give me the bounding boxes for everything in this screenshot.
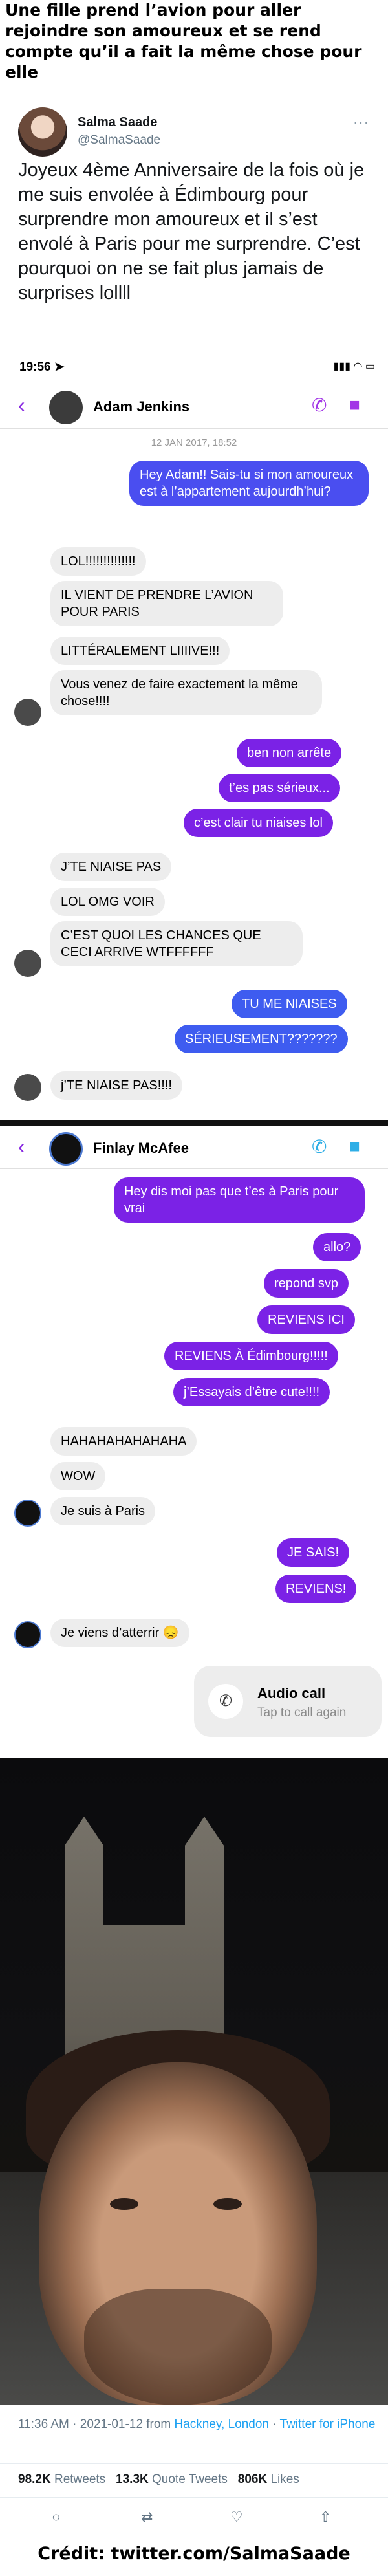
tweet-meta: 11:36 AM · 2021-01-12 from Hackney, Lond… xyxy=(18,2416,380,2434)
selfie-eye xyxy=(110,2198,138,2210)
message-bubble: J’TE NIAISE PAS xyxy=(50,853,172,881)
message-bubble: C’EST QUOI LES CHANCES QUE CECI ARRIVE W… xyxy=(50,921,303,966)
sender-avatar xyxy=(14,699,41,726)
contact-name[interactable]: Adam Jenkins xyxy=(93,398,189,415)
quote-tweets-stat[interactable]: 13.3K Quote Tweets xyxy=(116,2472,228,2486)
credit-line: Crédit: twitter.com/SalmaSaade xyxy=(38,2544,350,2564)
message-bubble: Hey Adam!! Sais-tu si mon amoureux est à… xyxy=(129,461,369,506)
sender-avatar xyxy=(14,950,41,977)
divider xyxy=(0,2497,388,2498)
contact-name[interactable]: Finlay McAfee xyxy=(93,1140,189,1157)
likes-stat[interactable]: 806K Likes xyxy=(238,2472,299,2486)
profile-avatar[interactable] xyxy=(18,107,67,157)
message-bubble: Je viens d’atterrir 😞 xyxy=(50,1619,189,1647)
tweet-text: Joyeux 4ème Anniversaire de la fois où j… xyxy=(18,160,365,303)
divider xyxy=(0,1168,388,1169)
sender-avatar xyxy=(14,1621,41,1648)
meta-separator: · xyxy=(268,2418,280,2431)
message-bubble: Je suis à Paris xyxy=(50,1497,156,1525)
contact-avatar[interactable] xyxy=(49,1132,83,1166)
call-again-link[interactable]: Tap to call again xyxy=(257,1706,346,1720)
chat-header-finlay: ‹ Finlay McAfee ✆ ■ xyxy=(0,1128,388,1167)
divider xyxy=(0,2463,388,2464)
contact-avatar[interactable] xyxy=(49,391,83,424)
divider xyxy=(0,428,388,429)
tweet-author-handle[interactable]: @SalmaSaade xyxy=(78,133,160,147)
status-time: 19:56 ➤ xyxy=(19,360,65,374)
video-icon[interactable]: ■ xyxy=(349,1136,360,1157)
phone-missed-icon: ✆ xyxy=(208,1684,243,1719)
back-chevron-icon[interactable]: ‹ xyxy=(18,395,25,415)
sender-avatar xyxy=(14,1074,41,1101)
video-icon[interactable]: ■ xyxy=(349,395,360,415)
message-bubble: WOW xyxy=(50,1462,106,1490)
message-bubble: repond svp xyxy=(264,1269,349,1298)
tweet-client-link[interactable]: Twitter for iPhone xyxy=(280,2418,376,2431)
like-icon[interactable]: ♡ xyxy=(230,2509,243,2526)
tweet-author-name[interactable]: Salma Saade xyxy=(78,115,157,130)
message-bubble: REVIENS À Édimbourg!!!!! xyxy=(164,1342,338,1370)
message-bubble: HAHAHAHAHAHAHA xyxy=(50,1427,197,1456)
message-bubble: LOL OMG VOIR xyxy=(50,888,165,916)
audio-call-card[interactable]: ✆ Audio call Tap to call again xyxy=(194,1666,382,1737)
message-bubble: j’Essayais d’être cute!!!! xyxy=(173,1378,330,1406)
more-options-icon[interactable]: ··· xyxy=(353,114,369,131)
headline: Une fille prend l’avion pour aller rejoi… xyxy=(5,1,362,82)
message-bubble: ben non arrête xyxy=(237,739,342,767)
retweets-stat[interactable]: 98.2K Retweets xyxy=(18,2472,105,2486)
sender-avatar xyxy=(14,1500,41,1527)
call-title: Audio call xyxy=(257,1685,326,1701)
separator xyxy=(0,1120,388,1126)
chat-date: 12 JAN 2017, 18:52 xyxy=(151,437,237,448)
retweet-icon[interactable]: ⇄ xyxy=(141,2509,153,2526)
message-bubble: LOL!!!!!!!!!!!!!! xyxy=(50,547,146,576)
signal-wifi-battery-icons: ▮▮▮ ◠ ▭ xyxy=(333,361,375,372)
message-bubble: c’est clair tu niaises lol xyxy=(184,809,333,837)
tweet-stats: 98.2K Retweets 13.3K Quote Tweets 806K L… xyxy=(18,2472,299,2487)
tweet-photo[interactable] xyxy=(0,1758,388,2405)
status-bar: 19:56 ➤ ▮▮▮ ◠ ▭ xyxy=(0,355,388,380)
share-icon[interactable]: ⇧ xyxy=(319,2509,331,2526)
tweet-location-link[interactable]: Hackney, London xyxy=(175,2418,269,2431)
phone-icon[interactable]: ✆ xyxy=(312,395,327,416)
phone-icon[interactable]: ✆ xyxy=(312,1136,327,1157)
message-bubble: REVIENS! xyxy=(275,1575,357,1603)
chat-header-adam: ‹ Adam Jenkins ✆ ■ xyxy=(0,387,388,426)
message-bubble: JE SAIS! xyxy=(277,1538,350,1567)
selfie-eye xyxy=(213,2198,242,2210)
message-bubble: j’TE NIAISE PAS!!!! xyxy=(50,1071,182,1100)
message-bubble: Vous venez de faire exactement la même c… xyxy=(50,670,322,715)
message-bubble: t’es pas sérieux... xyxy=(219,774,340,802)
message-bubble: IL VIENT DE PRENDRE L’AVION POUR PARIS xyxy=(50,581,283,626)
message-bubble: SÉRIEUSEMENT??????? xyxy=(175,1025,348,1053)
back-chevron-icon[interactable]: ‹ xyxy=(18,1136,25,1157)
reply-icon[interactable]: ○ xyxy=(52,2509,60,2526)
message-bubble: REVIENS ICI xyxy=(257,1305,355,1334)
message-bubble: LITTÉRALEMENT LIIIIVE!!! xyxy=(50,637,230,665)
message-bubble: allo? xyxy=(313,1233,361,1261)
message-bubble: Hey dis moi pas que t’es à Paris pour vr… xyxy=(114,1177,365,1223)
tweet-timestamp: 11:36 AM · 2021-01-12 from xyxy=(18,2418,175,2431)
message-bubble: TU ME NIAISES xyxy=(232,990,347,1018)
selfie-beard xyxy=(84,2289,272,2405)
